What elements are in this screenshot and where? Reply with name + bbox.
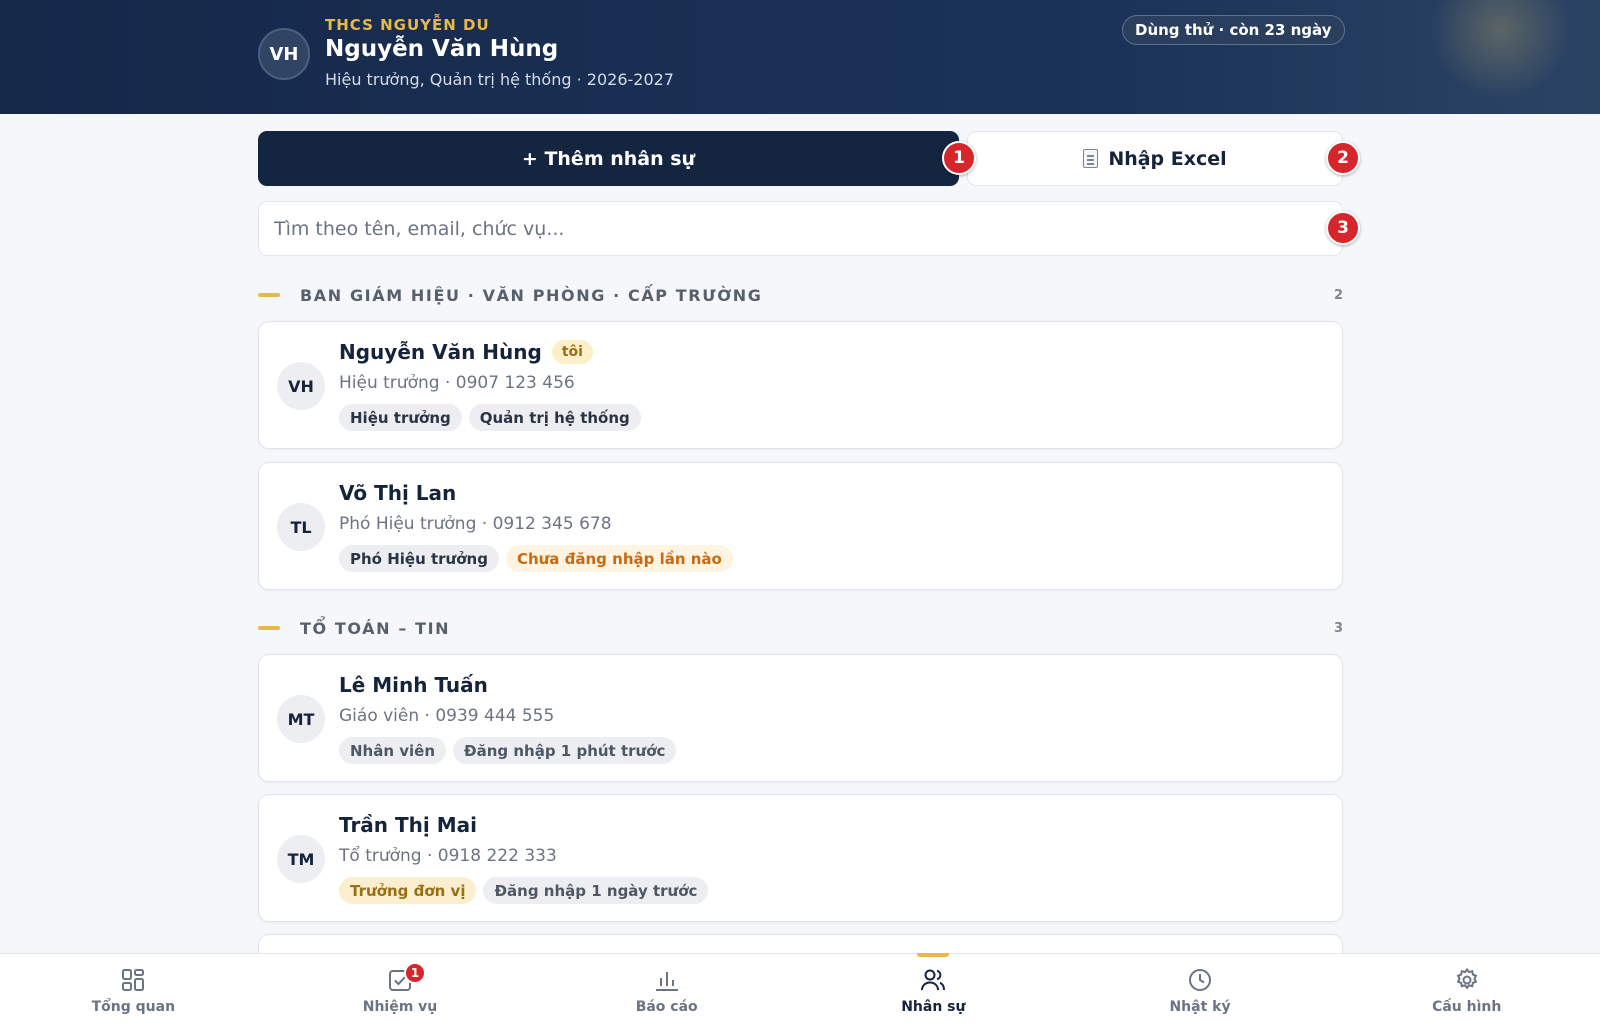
- staff-tag: Trưởng đơn vị: [339, 877, 477, 904]
- app-header: VH THCS NGUYỄN DU Nguyễn Văn Hùng Hiệu t…: [0, 0, 1600, 114]
- import-excel-button[interactable]: Nhập Excel: [967, 131, 1343, 186]
- nav-label: Cấu hình: [1432, 999, 1502, 1015]
- staff-name: Trần Thị Mai: [339, 813, 477, 837]
- staff-tags: Trưởng đơn vị Đăng nhập 1 ngày trước: [339, 877, 709, 904]
- marker-2: 2: [1326, 141, 1360, 175]
- staff-subtitle: Giáo viên · 0939 444 555: [339, 706, 555, 726]
- nav-nhiem-vu[interactable]: 1 Nhiệm vụ: [267, 954, 534, 1025]
- trial-badge[interactable]: Dùng thử · còn 23 ngày: [1122, 15, 1345, 45]
- clock-icon: [1189, 969, 1212, 991]
- staff-tag: Hiệu trưởng: [339, 404, 462, 431]
- staff-name: Lê Minh Tuấn: [339, 673, 488, 697]
- document-icon: [1083, 149, 1099, 168]
- staff-name-row: Nguyễn Văn Hùng tôi: [339, 340, 593, 364]
- nav-label: Nhật ký: [1169, 999, 1231, 1015]
- nav-tong-quan[interactable]: Tổng quan: [0, 954, 267, 1025]
- staff-avatar: MT: [277, 695, 325, 743]
- nav-badge: 1: [404, 962, 426, 984]
- add-staff-button[interactable]: + Thêm nhân sự: [258, 131, 959, 186]
- section-header-to-toan-tin: TỔ TOÁN – TIN 3: [258, 616, 1343, 640]
- nav-label: Tổng quan: [91, 999, 176, 1015]
- staff-card[interactable]: VH Nguyễn Văn Hùng tôi Hiệu trưởng · 090…: [258, 321, 1343, 449]
- nav-label: Báo cáo: [635, 999, 698, 1015]
- staff-tags: Phó Hiệu trưởng Chưa đăng nhập lần nào: [339, 545, 733, 572]
- bar-chart-icon: [655, 972, 678, 991]
- staff-tag: Nhân viên: [339, 737, 447, 764]
- staff-avatar: TM: [277, 835, 325, 883]
- marker-1: 1: [942, 141, 976, 175]
- staff-name: Võ Thị Lan: [339, 481, 457, 505]
- search-input[interactable]: [258, 201, 1343, 256]
- staff-name-row: Võ Thị Lan: [339, 481, 456, 505]
- nav-label: Nhiệm vụ: [362, 999, 438, 1015]
- nav-nhan-su[interactable]: Nhân sự: [800, 953, 1067, 1025]
- bottom-nav: Tổng quan 1 Nhiệm vụ Báo cáo Nhân sự Nhậ…: [0, 953, 1600, 1025]
- section-count: 3: [1333, 620, 1343, 636]
- section-accent-bar: [258, 626, 280, 630]
- staff-tags: Nhân viên Đăng nhập 1 phút trước: [339, 737, 677, 764]
- staff-avatar: VH: [277, 362, 325, 410]
- section-accent-bar: [258, 293, 280, 297]
- staff-card[interactable]: TM Trần Thị Mai Tổ trưởng · 0918 222 333…: [258, 794, 1343, 922]
- section-header-ban-giam-hieu: BAN GIÁM HIỆU · VĂN PHÒNG · CẤP TRƯỜNG 2: [258, 283, 1343, 307]
- staff-name-row: Lê Minh Tuấn: [339, 673, 488, 697]
- section-title: BAN GIÁM HIỆU · VĂN PHÒNG · CẤP TRƯỜNG: [300, 285, 763, 305]
- nav-bao-cao[interactable]: Báo cáo: [533, 954, 800, 1025]
- section-title: TỔ TOÁN – TIN: [300, 618, 451, 638]
- user-role: Hiệu trưởng, Quản trị hệ thống · 2026-20…: [325, 70, 674, 89]
- staff-status-tag: Đăng nhập 1 phút trước: [453, 737, 677, 764]
- nav-nhat-ky[interactable]: Nhật ký: [1067, 954, 1334, 1025]
- users-icon: [921, 969, 946, 991]
- gear-icon: [1456, 967, 1477, 990]
- import-excel-label: Nhập Excel: [1108, 147, 1227, 170]
- user-name: Nguyễn Văn Hùng: [325, 36, 559, 62]
- staff-avatar: TL: [277, 503, 325, 551]
- nav-cau-hinh[interactable]: Cấu hình: [1333, 954, 1600, 1025]
- section-count: 2: [1333, 287, 1343, 303]
- staff-tags: Hiệu trưởng Quản trị hệ thống: [339, 404, 641, 431]
- nav-label: Nhân sự: [901, 999, 966, 1015]
- grid-icon: [122, 969, 145, 991]
- header-glow: [1430, 0, 1570, 100]
- staff-status-tag: Đăng nhập 1 ngày trước: [483, 877, 709, 904]
- staff-tag: Quản trị hệ thống: [468, 404, 641, 431]
- staff-name-row: Trần Thị Mai: [339, 813, 477, 837]
- me-badge: tôi: [551, 340, 593, 364]
- school-name: THCS NGUYỄN DU: [325, 16, 490, 34]
- staff-name: Nguyễn Văn Hùng: [339, 340, 542, 364]
- staff-tag: Phó Hiệu trưởng: [339, 545, 499, 572]
- staff-card[interactable]: TL Võ Thị Lan Phó Hiệu trưởng · 0912 345…: [258, 462, 1343, 590]
- staff-subtitle: Hiệu trưởng · 0907 123 456: [339, 373, 575, 393]
- staff-card[interactable]: MT Lê Minh Tuấn Giáo viên · 0939 444 555…: [258, 654, 1343, 782]
- staff-subtitle: Tổ trưởng · 0918 222 333: [339, 846, 557, 866]
- marker-3: 3: [1326, 211, 1360, 245]
- user-avatar[interactable]: VH: [258, 28, 310, 80]
- staff-status-tag: Chưa đăng nhập lần nào: [505, 545, 733, 572]
- staff-subtitle: Phó Hiệu trưởng · 0912 345 678: [339, 514, 612, 534]
